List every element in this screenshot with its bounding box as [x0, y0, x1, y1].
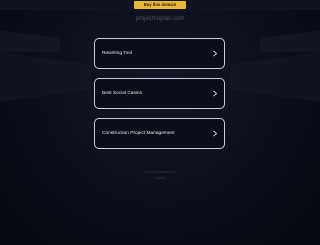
related-link-construction-project-management[interactable]: Construction Project Management	[94, 118, 225, 149]
chevron-right-icon	[213, 90, 218, 97]
related-link-label: Construction Project Management	[102, 131, 175, 136]
domain-name: projectnoplan.com	[135, 16, 185, 22]
background-shape	[0, 52, 90, 102]
background-shape	[230, 52, 320, 102]
footer-privacy-link[interactable]: Privacy	[0, 176, 320, 180]
buy-domain-button[interactable]: Buy this domain	[134, 1, 186, 9]
related-link-best-social-casino[interactable]: Best Social Casino	[94, 78, 225, 109]
chevron-right-icon	[213, 50, 218, 57]
top-bar: Buy this domain	[0, 0, 320, 10]
related-link-label: Rewriting Tool	[102, 51, 133, 56]
related-link-label: Best Social Casino	[102, 91, 143, 96]
footer-copyright: © projectnoplan.com	[143, 170, 177, 174]
background-shape	[260, 30, 320, 52]
chevron-right-icon	[213, 130, 218, 137]
page: Buy this domain projectnoplan.com Rewrit…	[0, 0, 320, 245]
background-shape	[0, 30, 60, 52]
related-link-rewriting-tool[interactable]: Rewriting Tool	[94, 38, 225, 69]
